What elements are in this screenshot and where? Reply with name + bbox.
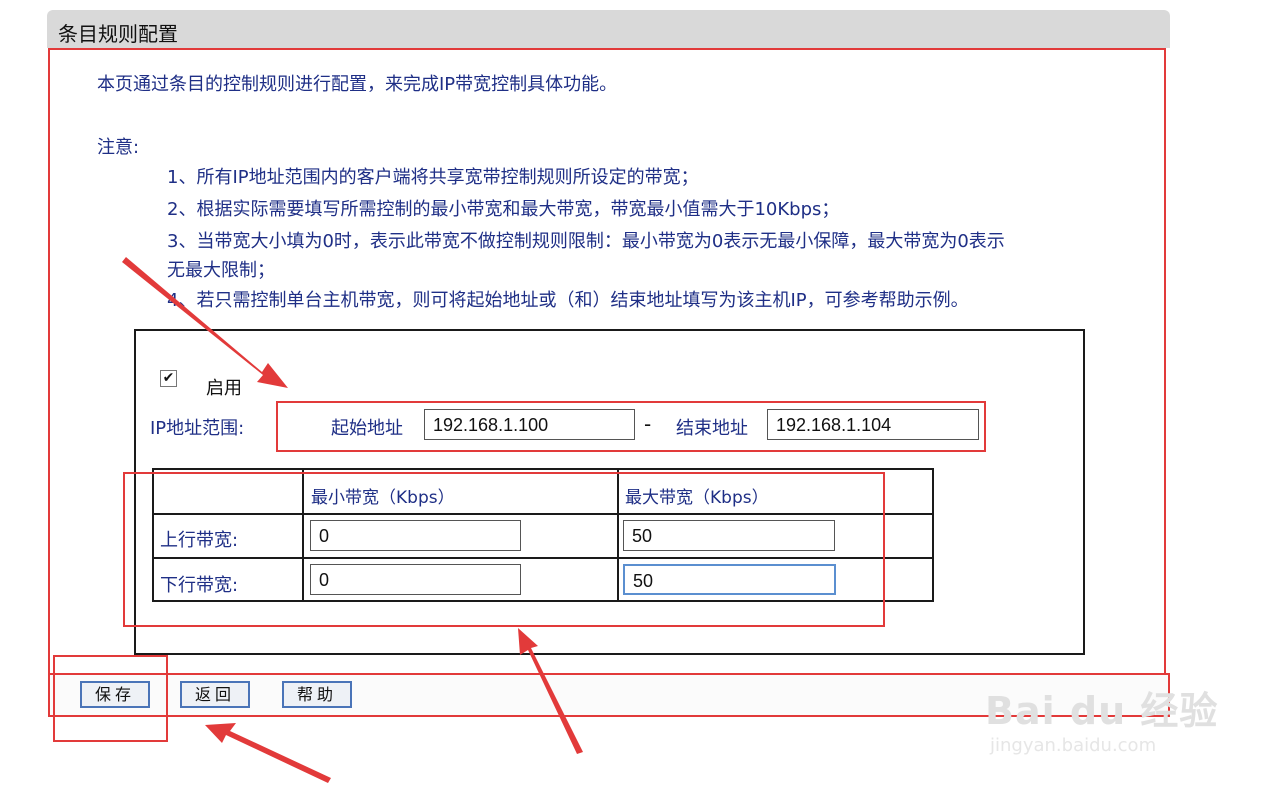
arrow-icon	[122, 257, 288, 388]
arrow-icon	[518, 628, 583, 754]
annotation-arrows	[122, 257, 583, 783]
arrow-icon	[205, 723, 331, 783]
watermark-url: jingyan.baidu.com	[990, 735, 1157, 756]
watermark-logo: Bai du 经验	[985, 689, 1219, 733]
